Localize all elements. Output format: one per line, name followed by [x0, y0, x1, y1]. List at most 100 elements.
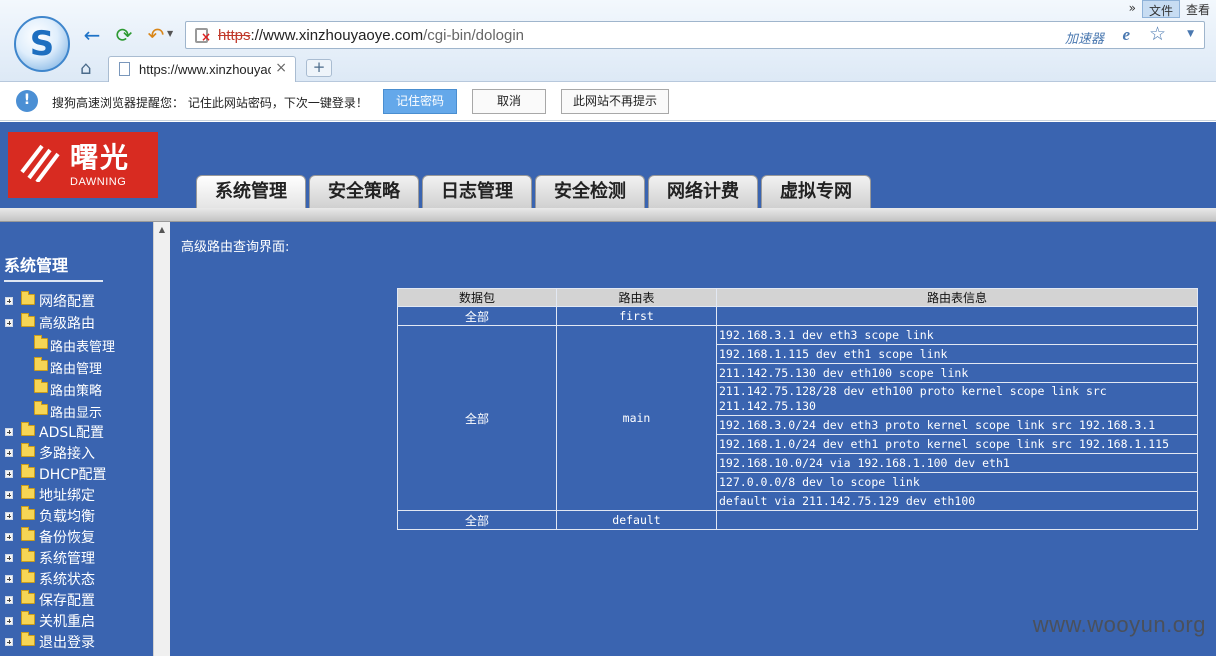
url-protocol: https	[218, 27, 251, 44]
sidebar-subitem-label: 路由显示	[50, 406, 103, 421]
folder-open-icon	[34, 335, 48, 349]
menu-more-button[interactable]: »	[1123, 0, 1142, 18]
route-info-cell: 192.168.10.0/24 via 192.168.1.100 dev et…	[716, 453, 1198, 473]
route-info-cell: 211.142.75.130 dev eth100 scope link	[716, 363, 1198, 383]
expand-icon[interactable]	[5, 533, 13, 541]
url-text[interactable]: https://www.xinzhouyaoye.com/cgi-bin/dol…	[218, 27, 524, 44]
column-header-packet: 数据包	[397, 288, 557, 307]
route-info-cell	[716, 510, 1198, 530]
tab-log-management[interactable]: 日志管理	[422, 175, 532, 208]
folder-icon	[21, 611, 35, 625]
folder-icon	[21, 506, 35, 520]
route-info-cell	[716, 306, 1198, 326]
expand-icon[interactable]	[5, 512, 13, 520]
tab-vpn[interactable]: 虚拟专网	[761, 175, 871, 208]
folder-icon	[21, 422, 35, 436]
watermark-text: www.wooyun.org	[1032, 612, 1206, 637]
back-arrow-icon[interactable]: ←	[80, 24, 104, 46]
tab-security-policy[interactable]: 安全策略	[309, 175, 419, 208]
sidebar-item-label: 负载均衡	[39, 509, 95, 525]
route-table: 数据包 路由表 路由表信息 全部 first 全部 main 192.168.3…	[397, 288, 1198, 530]
sidebar-item-label: DHCP配置	[39, 467, 107, 483]
table-row: 全部 default	[397, 510, 1198, 530]
expand-icon[interactable]	[5, 638, 13, 646]
accelerator-button[interactable]: 加速器	[1065, 28, 1104, 47]
header-divider	[0, 208, 1216, 222]
scroll-up-arrow-icon[interactable]: ▲	[154, 225, 170, 237]
favorite-star-icon[interactable]: ☆	[1149, 23, 1166, 45]
expand-icon[interactable]	[5, 491, 13, 499]
favorites-dropdown-icon[interactable]: ▼	[1187, 29, 1194, 39]
address-bar[interactable]: https://www.xinzhouyaoye.com/cgi-bin/dol…	[185, 21, 1205, 49]
home-icon[interactable]: ⌂	[80, 58, 91, 79]
menu-file[interactable]: 文件	[1141, 0, 1180, 18]
sidebar-subitem-label: 路由策略	[50, 384, 103, 399]
expand-icon[interactable]	[5, 575, 13, 583]
sidebar-item-label: 系统管理	[39, 551, 95, 567]
brand-name: 曙光	[70, 141, 131, 174]
close-tab-icon[interactable]: ×	[275, 60, 287, 76]
refresh-icon[interactable]: ⟳	[112, 24, 136, 46]
never-prompt-button[interactable]: 此网站不再提示	[561, 89, 669, 114]
browser-top-menu: » 文件 查看	[1123, 0, 1216, 18]
app-header: 曙光 DAWNING 系统管理 安全策略 日志管理 安全检测 网络计费 虚拟专网	[0, 122, 1216, 208]
undo-icon[interactable]: ↶	[144, 24, 168, 46]
url-path: /cgi-bin/dologin	[423, 27, 525, 44]
sidebar-subitem-label: 路由管理	[50, 362, 103, 377]
table-row: 全部 first	[397, 306, 1198, 326]
ie-mode-icon[interactable]: e	[1122, 25, 1130, 45]
sidebar-item-label: 多路接入	[39, 446, 95, 462]
dawning-logo: 曙光 DAWNING	[8, 132, 158, 198]
folder-open-icon	[34, 357, 48, 371]
route-info-cell: 192.168.3.0/24 dev eth3 proto kernel sco…	[716, 415, 1198, 435]
remember-password-button[interactable]: 记住密码	[383, 89, 457, 114]
main-content: 高级路由查询界面: 数据包 路由表 路由表信息 全部 first 全部 main…	[170, 222, 1216, 656]
packet-cell: 全部	[397, 325, 557, 511]
folder-open-icon	[21, 313, 35, 327]
folder-icon	[21, 548, 35, 562]
page-title: 高级路由查询界面:	[181, 240, 290, 255]
browser-tab[interactable]: https://www.xinzhouyaoye.com ×	[108, 56, 296, 82]
route-info-cell: 192.168.1.0/24 dev eth1 proto kernel sco…	[716, 434, 1198, 454]
folder-open-icon	[34, 379, 48, 393]
notification-text: 搜狗高速浏览器提醒您： 记住此网站密码，下次一键登录！	[52, 96, 368, 110]
sidebar-item-label: 网络配置	[39, 294, 95, 310]
route-info-cell: 192.168.3.1 dev eth3 scope link	[716, 325, 1198, 345]
expand-icon[interactable]	[5, 297, 13, 305]
new-tab-button[interactable]: +	[306, 59, 332, 77]
sidebar-item-label: ADSL配置	[39, 425, 105, 441]
sidebar-item-label: 地址绑定	[39, 488, 95, 504]
tab-system-management[interactable]: 系统管理	[196, 175, 306, 208]
expand-icon[interactable]	[5, 428, 13, 436]
expand-icon[interactable]	[5, 596, 13, 604]
insecure-lock-icon[interactable]	[195, 28, 211, 43]
sidebar-scrollbar[interactable]: ▲	[153, 222, 170, 656]
expand-icon[interactable]	[5, 470, 13, 478]
tab-security-check[interactable]: 安全检测	[535, 175, 645, 208]
tab-network-billing[interactable]: 网络计费	[648, 175, 758, 208]
brand-subtitle: DAWNING	[70, 176, 127, 188]
packet-cell: 全部	[397, 306, 557, 326]
expand-icon[interactable]	[5, 319, 13, 327]
folder-icon	[21, 443, 35, 457]
folder-icon	[21, 632, 35, 646]
browser-chrome: » 文件 查看 ← ⟳ ↶ ▼ https://www.xinzhouyaoye…	[0, 0, 1216, 82]
route-info-cell: default via 211.142.75.129 dev eth100	[716, 491, 1198, 511]
expand-icon[interactable]	[5, 617, 13, 625]
sidebar-subitem-label: 路由表管理	[50, 340, 116, 355]
folder-icon	[21, 485, 35, 499]
sidebar-item-label: 保存配置	[39, 593, 95, 609]
sidebar-item-label: 备份恢复	[39, 530, 95, 546]
expand-icon[interactable]	[5, 449, 13, 457]
expand-icon[interactable]	[5, 554, 13, 562]
sidebar-divider	[4, 280, 103, 282]
url-domain: ://www.xinzhouyaoye.com	[250, 27, 424, 44]
password-notification-bar: 搜狗高速浏览器提醒您： 记住此网站密码，下次一键登录！ 记住密码 取消 此网站不…	[0, 82, 1216, 121]
menu-view[interactable]: 查看	[1180, 0, 1216, 18]
undo-dropdown-icon[interactable]: ▼	[167, 29, 173, 38]
info-icon	[16, 90, 38, 112]
cancel-button[interactable]: 取消	[472, 89, 546, 114]
route-table-cell: main	[556, 325, 717, 511]
route-info-cell: 211.142.75.128/28 dev eth100 proto kerne…	[716, 382, 1198, 416]
browser-logo-icon[interactable]	[14, 16, 70, 72]
